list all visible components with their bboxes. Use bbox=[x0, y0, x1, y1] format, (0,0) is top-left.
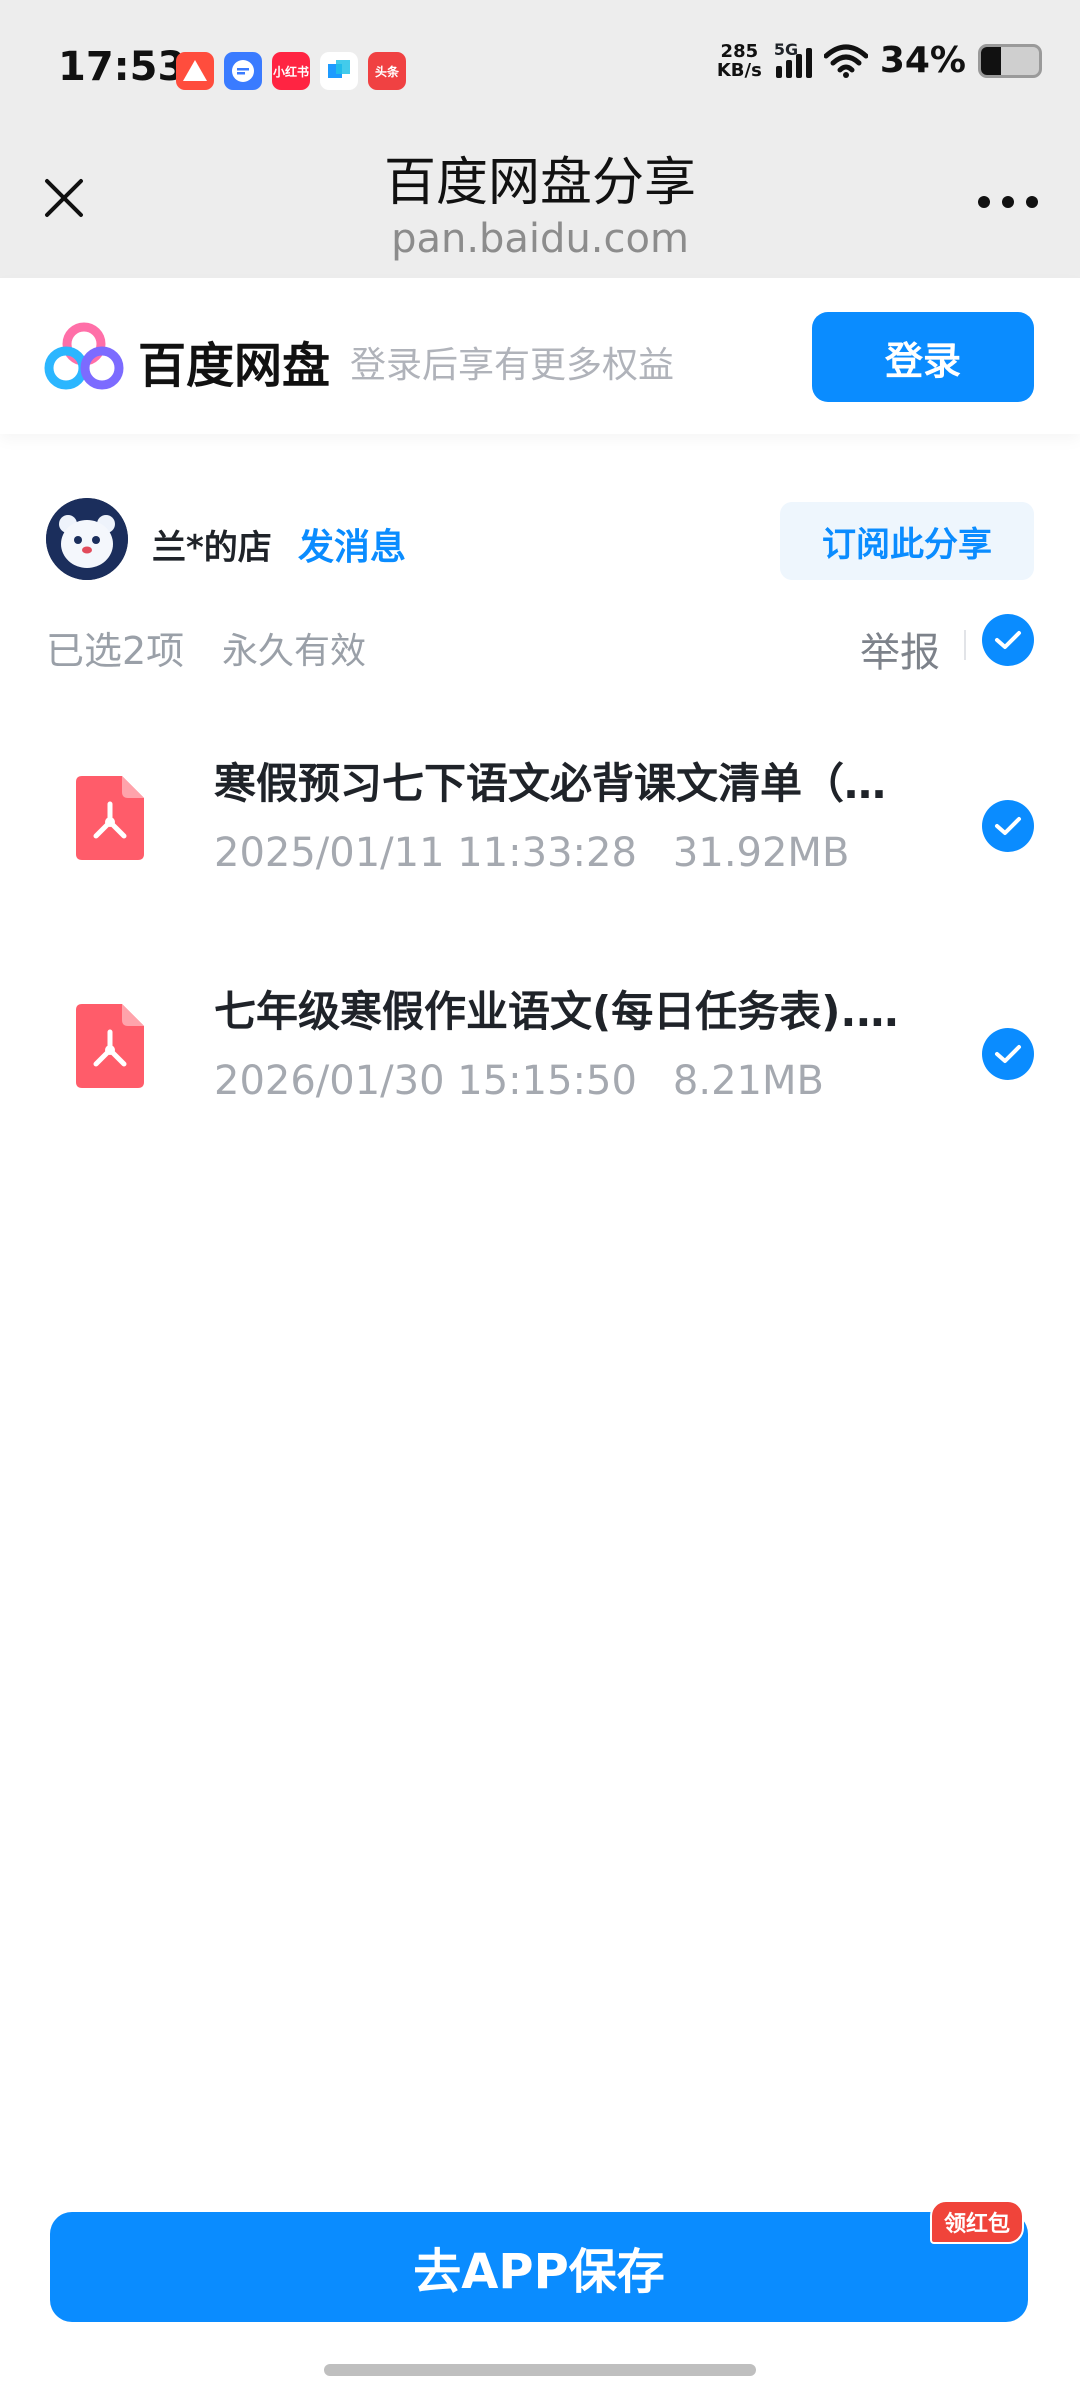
brand-bar: 百度网盘 登录后享有更多权益 登录 bbox=[0, 278, 1080, 434]
list-item[interactable]: 七年级寒假作业语文(每日任务表).… 2026/01/30 15:15:50 8.… bbox=[0, 968, 1080, 1128]
status-bar: 17:53 小红书 头条 285 KB/s 5G 34% bbox=[0, 0, 1080, 140]
checkmark-icon bbox=[995, 817, 1021, 835]
divider bbox=[964, 630, 966, 660]
send-message-link[interactable]: 发消息 bbox=[298, 518, 406, 570]
red-packet-badge: 领红包 bbox=[929, 2200, 1024, 2244]
report-link[interactable]: 举报 bbox=[860, 620, 940, 678]
xiaohongshu-icon-label: 小红书 bbox=[272, 64, 309, 79]
brand-tagline: 登录后享有更多权益 bbox=[350, 345, 675, 386]
xiaohongshu-icon: 小红书 bbox=[272, 52, 310, 90]
page-title: 百度网盘分享 bbox=[383, 153, 696, 213]
network-speed-value: 285 bbox=[720, 40, 759, 62]
avatar[interactable] bbox=[46, 498, 128, 580]
owner-name: 兰*的店 bbox=[152, 528, 272, 568]
file-size: 8.21MB bbox=[672, 1058, 824, 1104]
page-url: pan.baidu.com bbox=[391, 216, 689, 262]
checkmark-icon bbox=[995, 1045, 1021, 1063]
status-time: 17:53 bbox=[58, 44, 186, 90]
more-dot-icon bbox=[1002, 196, 1014, 208]
checkmark-icon bbox=[995, 631, 1021, 649]
wifi-icon bbox=[823, 44, 868, 78]
pdf-file-icon bbox=[76, 1004, 144, 1088]
file-meta: 2026/01/30 15:15:50 8.21MB bbox=[214, 1058, 824, 1104]
save-to-app-label: 去APP保存 bbox=[413, 2244, 665, 2300]
select-all-checkbox[interactable] bbox=[982, 614, 1034, 666]
file-name: 七年级寒假作业语文(每日任务表).… bbox=[214, 987, 899, 1036]
network-speed: 285 KB/s bbox=[717, 42, 762, 80]
battery-percent: 34% bbox=[879, 40, 966, 81]
app-red-triangle-icon bbox=[176, 52, 214, 90]
file-size: 31.92MB bbox=[672, 830, 850, 876]
bear-avatar-icon bbox=[46, 498, 128, 580]
list-item[interactable]: 寒假预习七下语文必背课文清单（… 2025/01/11 11:33:28 31.9… bbox=[0, 740, 1080, 900]
login-button[interactable]: 登录 bbox=[812, 312, 1034, 402]
more-dot-icon bbox=[978, 196, 990, 208]
file-date: 2025/01/11 11:33:28 bbox=[214, 830, 637, 876]
cellular-signal-icon: 5G bbox=[774, 40, 812, 78]
brand-name: 百度网盘 bbox=[138, 338, 331, 394]
app-blue-square-icon bbox=[320, 52, 358, 90]
subscribe-share-button[interactable]: 订阅此分享 bbox=[780, 502, 1034, 580]
file-name: 寒假预习七下语文必背课文清单（… bbox=[214, 759, 887, 808]
battery-icon bbox=[978, 43, 1042, 78]
file-meta: 2025/01/11 11:33:28 31.92MB bbox=[214, 830, 849, 876]
share-owner-row: 兰*的店 发消息 订阅此分享 bbox=[46, 498, 1034, 582]
notification-app-icons: 小红书 头条 bbox=[176, 52, 406, 90]
baidu-netdisk-logo-icon bbox=[44, 322, 124, 390]
toutiao-icon-label: 头条 bbox=[374, 64, 399, 79]
more-dot-icon bbox=[1026, 196, 1038, 208]
battery-level-fill bbox=[981, 46, 1001, 75]
app-blue-chat-icon bbox=[224, 52, 262, 90]
file-checkbox[interactable] bbox=[982, 1028, 1034, 1080]
share-validity: 永久有效 bbox=[222, 631, 367, 672]
browser-top-bar: 17:53 小红书 头条 285 KB/s 5G 34% 百度网盘分享 pan.… bbox=[0, 0, 1080, 278]
file-checkbox[interactable] bbox=[982, 800, 1034, 852]
selected-count: 已选2项 bbox=[46, 629, 185, 673]
file-date: 2026/01/30 15:15:50 bbox=[214, 1058, 637, 1104]
selection-row: 已选2项 永久有效 举报 bbox=[46, 614, 1034, 676]
toutiao-icon: 头条 bbox=[368, 52, 406, 90]
home-indicator[interactable] bbox=[324, 2364, 756, 2376]
pdf-file-icon bbox=[76, 776, 144, 860]
more-options-button[interactable] bbox=[978, 196, 1038, 208]
status-indicators: 285 KB/s 5G 34% bbox=[717, 40, 1042, 81]
network-speed-unit: KB/s bbox=[716, 59, 762, 81]
network-type-label: 5G bbox=[773, 39, 799, 59]
save-to-app-button[interactable]: 去APP保存 领红包 bbox=[50, 2200, 1028, 2322]
